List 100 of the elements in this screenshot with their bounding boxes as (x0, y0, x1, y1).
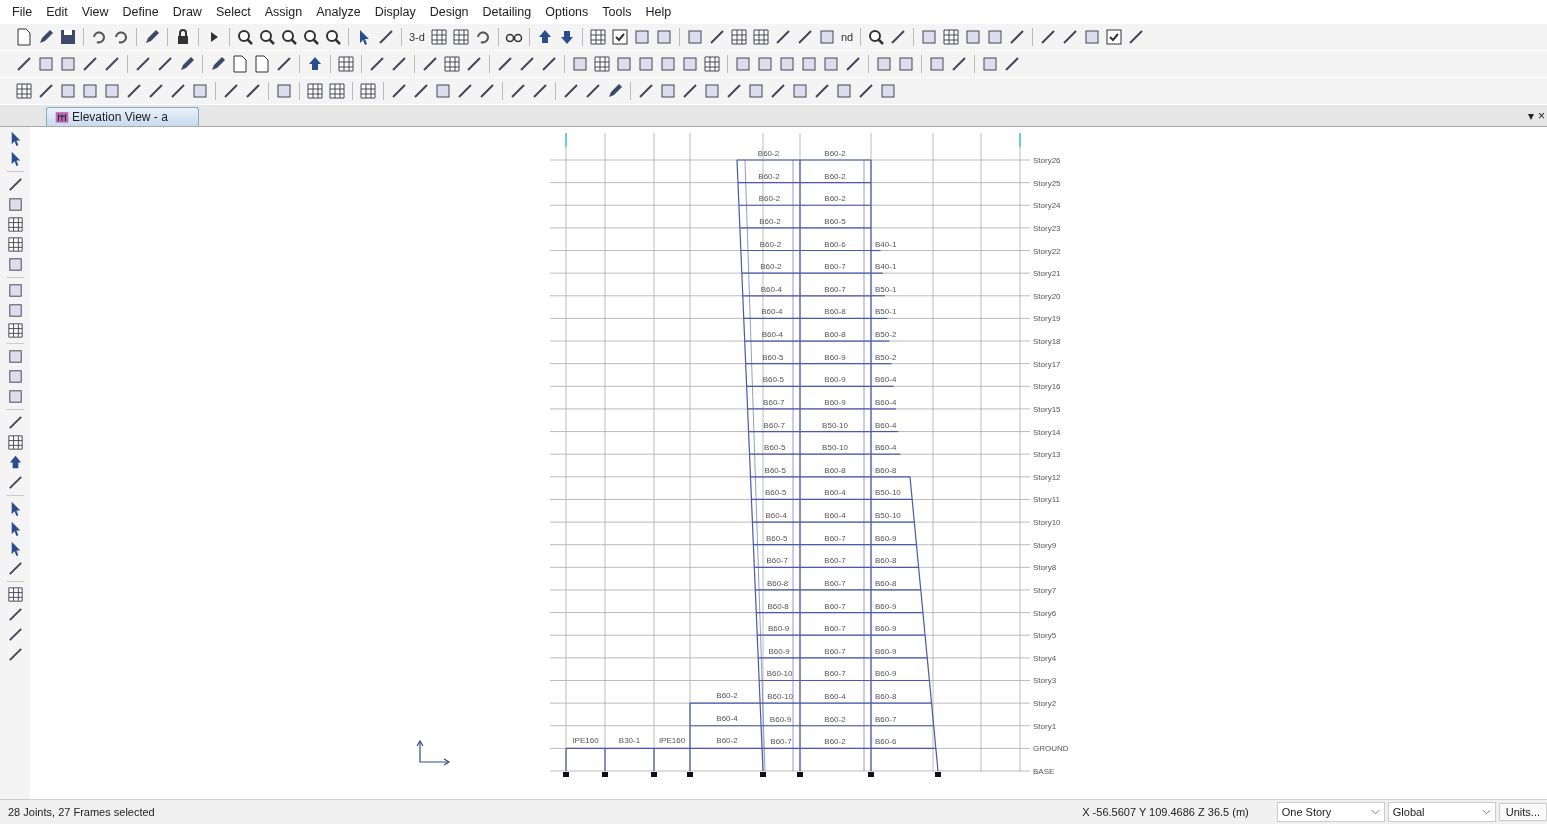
story-label: Story18 (1033, 337, 1061, 347)
save-icon[interactable] (58, 27, 78, 47)
grid-icon[interactable] (750, 27, 771, 47)
menu-item[interactable]: File (6, 5, 41, 19)
beam-label: B60-8 (824, 307, 846, 317)
chevron-icon (1481, 809, 1491, 815)
square-icon[interactable] (874, 54, 894, 74)
checkbox-icon[interactable] (609, 27, 630, 47)
dropdown[interactable]: Global (1387, 802, 1496, 822)
grid-icon[interactable] (305, 81, 325, 101)
grid-icon[interactable] (941, 27, 962, 47)
beam-label: B60-5 (762, 352, 784, 362)
menu-item[interactable]: Edit (40, 5, 76, 19)
support-icon (935, 772, 941, 777)
square-icon[interactable] (755, 54, 775, 74)
menu-item[interactable]: Tools (596, 5, 640, 19)
beam-label: B60-9 (768, 646, 790, 656)
square-icon[interactable] (274, 81, 294, 101)
square-icon[interactable] (614, 54, 634, 74)
beam-label: B60-10 (767, 692, 793, 702)
beam-label: B30-1 (618, 736, 641, 746)
story-label: Story12 (1033, 472, 1061, 482)
story-label: Story5 (1033, 631, 1057, 641)
zoom-icon[interactable] (235, 27, 255, 47)
zoom-icon[interactable] (279, 27, 299, 47)
square-icon[interactable] (636, 54, 656, 74)
grid-icon[interactable] (450, 27, 471, 47)
beam-label: B60-9 (767, 624, 790, 634)
beam-label: B60-4 (760, 284, 783, 294)
menu-item[interactable]: Define (116, 5, 167, 19)
beam-label: B60-9 (824, 352, 846, 362)
beam-label: B60-2 (716, 736, 738, 746)
story-label: Story22 (1033, 246, 1061, 256)
grid-icon[interactable] (702, 54, 722, 74)
zoom-icon[interactable] (323, 27, 343, 47)
square-icon[interactable] (777, 54, 797, 74)
menu-item[interactable]: Design (423, 5, 477, 19)
beam-label: B60-4 (824, 488, 846, 498)
checkbox-icon[interactable] (1104, 27, 1125, 47)
grid-icon[interactable] (442, 54, 462, 74)
support-icon (760, 772, 766, 777)
story-label: Story26 (1033, 156, 1061, 165)
chevron-icon (1370, 809, 1380, 815)
beam-label: B40-1 (875, 262, 897, 272)
grid-icon[interactable] (728, 27, 749, 47)
units-button[interactable]: Units... (1498, 803, 1547, 821)
support-icon (651, 772, 657, 777)
square-icon[interactable] (799, 54, 819, 74)
zoom-icon[interactable] (301, 27, 321, 47)
menu-item[interactable]: Draw (166, 5, 210, 19)
beam-label: B60-5 (824, 216, 846, 226)
grid-icon[interactable] (592, 54, 612, 74)
grid-icon[interactable] (327, 81, 347, 101)
story-label: Story7 (1033, 585, 1057, 595)
menu-item[interactable]: Select (209, 5, 259, 19)
story-label: Story17 (1033, 359, 1061, 369)
grid-icon[interactable] (428, 27, 449, 47)
grid-icon[interactable] (358, 81, 378, 101)
dropdown[interactable]: One Story (1276, 802, 1385, 822)
grid-icon[interactable] (5, 321, 25, 340)
grid-icon[interactable] (5, 585, 25, 604)
story-label: Story8 (1033, 563, 1057, 573)
beam-label: B60-4 (875, 443, 897, 453)
menu-item[interactable]: Display (368, 5, 424, 19)
square-icon[interactable] (680, 54, 700, 74)
menu-item[interactable]: View (75, 5, 117, 19)
beam-label: B60-8 (875, 556, 897, 566)
menu-item[interactable]: Options (539, 5, 597, 19)
square-icon[interactable] (570, 54, 590, 74)
beam-label: B60-2 (760, 262, 782, 272)
tab[interactable]: Elevation View - a (46, 107, 199, 126)
square-icon[interactable] (658, 54, 678, 74)
story-label: Story16 (1033, 382, 1061, 392)
toolbar-button[interactable]: 3-d (407, 31, 427, 43)
menu-item[interactable]: Assign (258, 5, 311, 19)
window-control[interactable]: × (1538, 108, 1545, 123)
beam-label: B60-2 (759, 239, 782, 249)
square-icon[interactable] (896, 54, 916, 74)
beam-label: B60-8 (875, 692, 897, 702)
square-icon[interactable] (80, 81, 100, 101)
grid-icon[interactable] (5, 215, 25, 234)
story-label: Story4 (1033, 653, 1057, 663)
support-icon (868, 772, 874, 777)
beam-label: B60-2 (759, 216, 781, 226)
square-icon[interactable] (733, 54, 753, 74)
beam-label: B60-7 (766, 556, 788, 566)
grid-icon[interactable] (5, 433, 25, 452)
menu-item[interactable]: Detailing (476, 5, 540, 19)
menu-item[interactable]: Help (639, 5, 680, 19)
story-label: Story20 (1033, 291, 1061, 301)
zoom-icon[interactable] (257, 27, 277, 47)
beam-label: B60-2 (824, 194, 846, 204)
grid-icon[interactable] (14, 81, 34, 101)
grid-icon[interactable] (5, 235, 25, 254)
grid-icon[interactable] (587, 27, 608, 47)
window-control[interactable]: ▾ (1528, 108, 1534, 123)
menu-item[interactable]: Analyze (310, 5, 369, 19)
toolbar-button[interactable]: nd (838, 31, 856, 43)
story-label: Story1 (1033, 721, 1057, 731)
grid-icon[interactable] (336, 54, 356, 74)
